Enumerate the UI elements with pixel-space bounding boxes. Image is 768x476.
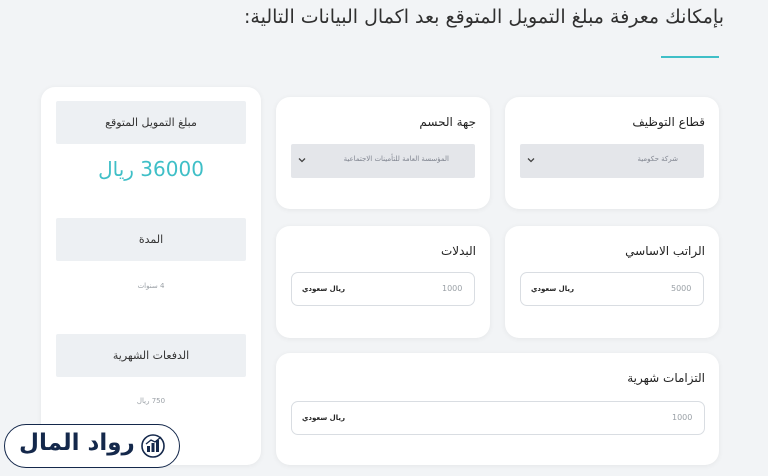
basic-salary-label: الراتب الاساسي: [625, 244, 705, 258]
duration-value: 4 سنوات: [137, 282, 165, 290]
allowances-unit: ريال سعودي: [302, 285, 346, 293]
deduction-entity-select[interactable]: المؤسسة العامة للتأمينات الاجتماعية: [291, 144, 475, 178]
allowances-input[interactable]: 1000 ريال سعودي: [291, 272, 475, 306]
allowances-label: البدلات: [440, 244, 476, 258]
basic-salary-unit: ريال سعودي: [531, 285, 575, 293]
basic-salary-input[interactable]: 5000 ريال سعودي: [520, 272, 704, 306]
employment-sector-selected: شركة حكومية: [637, 155, 678, 163]
summary-card: مبلغ التمويل المتوقع 36000 ريال المدة 4 …: [41, 87, 261, 465]
basic-salary-card: الراتب الاساسي 5000 ريال سعودي: [505, 226, 719, 338]
duration-label: المدة: [56, 218, 246, 261]
chart-coin-icon: [141, 434, 165, 458]
logo-text: رواد المال: [19, 430, 135, 456]
deduction-entity-selected: المؤسسة العامة للتأمينات الاجتماعية: [343, 155, 449, 163]
monthly-obligations-label: التزامات شهرية: [627, 371, 705, 385]
expected-amount-label: مبلغ التمويل المتوقع: [56, 101, 246, 144]
deduction-entity-card: جهة الحسم المؤسسة العامة للتأمينات الاجت…: [276, 97, 490, 209]
monthly-obligations-card: التزامات شهرية 1000 ريال سعودي: [276, 353, 719, 465]
employment-sector-label: قطاع التوظيف: [632, 115, 705, 129]
employment-sector-select[interactable]: شركة حكومية: [520, 144, 704, 178]
allowances-value: 1000: [442, 284, 463, 293]
basic-salary-value: 5000: [671, 284, 692, 293]
deduction-entity-label: جهة الحسم: [419, 115, 476, 129]
monthly-obligations-input[interactable]: 1000 ريال سعودي: [291, 401, 705, 435]
finance-calculator-page: بإمكانك معرفة مبلغ التمويل المتوقع بعد ا…: [0, 0, 768, 476]
monthly-payments-value: 750 ريال: [136, 397, 166, 405]
employment-sector-card: قطاع التوظيف شركة حكومية: [505, 97, 719, 209]
heading-underline: [661, 56, 719, 58]
chevron-down-icon: [527, 158, 535, 163]
monthly-obligations-value: 1000: [672, 413, 693, 422]
expected-amount-value: 36000 ريال: [98, 157, 204, 181]
chevron-down-icon: [298, 158, 306, 163]
page-heading: بإمكانك معرفة مبلغ التمويل المتوقع بعد ا…: [244, 6, 724, 28]
monthly-payments-label: الدفعات الشهرية: [56, 334, 246, 377]
monthly-obligations-unit: ريال سعودي: [302, 414, 346, 422]
logo: رواد المال: [4, 424, 180, 468]
allowances-card: البدلات 1000 ريال سعودي: [276, 226, 490, 338]
